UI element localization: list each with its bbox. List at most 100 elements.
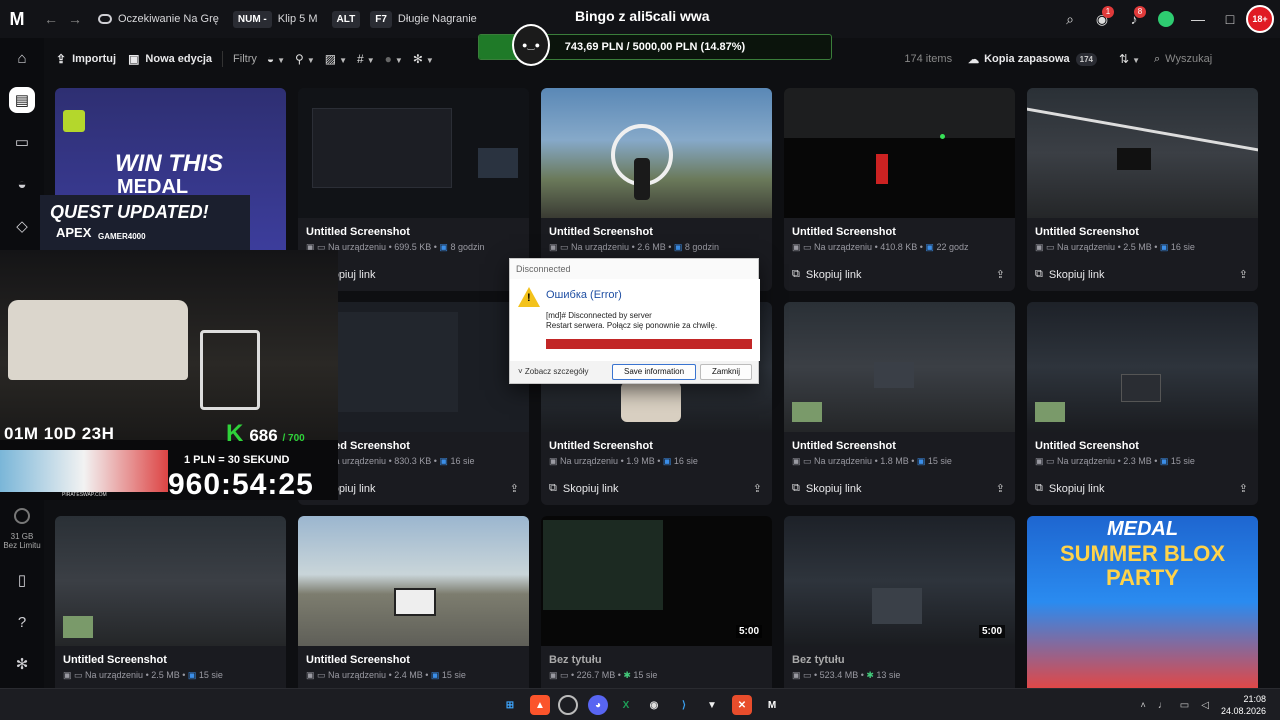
filter-game[interactable]: ◒ ▼ (267, 52, 285, 66)
meta-age: 15 sie (633, 670, 658, 680)
import-button[interactable]: ⇪ Importuj (56, 52, 116, 66)
wolf-app-icon[interactable]: ▼ (702, 695, 722, 715)
gamer-text: GAMER4000 (98, 232, 146, 241)
num-key-badge: NUM - (232, 10, 272, 28)
filter-location[interactable]: ⚲ ▼ (295, 52, 315, 66)
media-card[interactable]: Untitled Screenshot ▣ ▭ Na urządzeniu • … (784, 88, 1015, 291)
brave-browser-icon[interactable]: ▲ (530, 695, 550, 715)
minimap (1035, 402, 1065, 422)
save-information-button[interactable]: Save information (612, 364, 696, 380)
backup-button[interactable]: ☁ Kopia zapasowa 174 (968, 52, 1098, 66)
chevron-up-icon[interactable]: ˄ (1141, 700, 1146, 710)
chevron-down-icon: ˅ (518, 367, 525, 376)
avatar[interactable]: 18+ (1246, 5, 1274, 33)
link-icon: ⧉ (1035, 482, 1043, 494)
active-app-icon[interactable]: ✕ (732, 695, 752, 715)
system-clock[interactable]: 21:08 24.08.2026 (1221, 693, 1266, 717)
upload-cloud-icon[interactable]: ⇪ (510, 482, 519, 495)
subathon-rule: 1 PLN = 30 SEKUND (184, 454, 290, 466)
upload-cloud-icon[interactable]: ⇪ (753, 482, 762, 495)
details-toggle[interactable]: ˅ Zobacz szczegóły (518, 367, 589, 376)
clock-time: 21:08 (1243, 694, 1266, 704)
copy-link-label: Skopiuj link (805, 268, 862, 281)
minimize-icon[interactable]: — (1182, 0, 1214, 38)
bell-icon[interactable]: ♪ 8 (1118, 0, 1150, 38)
back-arrow-icon[interactable]: ← (44, 11, 58, 27)
new-edit-label: Nowa edycja (145, 53, 213, 65)
car (1117, 148, 1151, 170)
game-status[interactable]: Oczekiwanie Na Grę NUM - Klip 5 M ALT F7… (98, 10, 477, 28)
medal-logo[interactable]: M (0, 0, 34, 38)
vscode-icon[interactable]: ⟩ (674, 695, 694, 715)
spreadsheet-icon[interactable]: X (616, 695, 636, 715)
status-icon[interactable] (1150, 0, 1182, 38)
maximize-icon[interactable]: □ (1214, 0, 1246, 38)
summer-promo-image: MEDAL SUMMER BLOX PARTY (1027, 516, 1258, 688)
start-menu-icon[interactable]: ⊞ (500, 695, 520, 715)
k-label: K (226, 420, 244, 447)
media-card[interactable]: Untitled Screenshot ▣ ▭ Na urządzeniu • … (784, 302, 1015, 505)
webcam-feed (0, 250, 338, 440)
phone-icon[interactable]: ▯ (0, 560, 44, 600)
user-icon: ● (384, 52, 392, 66)
settings-gear-icon[interactable]: ✻ (0, 644, 44, 684)
filter-user[interactable]: ● ▼ (385, 52, 403, 66)
meta-size: 410.8 KB (880, 242, 918, 252)
copy-link-button[interactable]: ⧉ Skopiuj link (549, 482, 619, 495)
app-icon[interactable] (558, 695, 578, 715)
card-meta: ▣ ▭ Na urządzeniu • 2.5 MB • ▣ 15 sie (63, 670, 223, 680)
network-icon[interactable]: ▭ (1180, 700, 1189, 711)
help-icon[interactable]: ? (0, 602, 44, 642)
folder-icon[interactable]: ▭ (0, 122, 44, 162)
filter-settings[interactable]: ✻ ▼ (413, 52, 434, 66)
chair (200, 330, 260, 410)
upload-cloud-icon[interactable]: ⇪ (1239, 482, 1248, 495)
meta-age: 8 godzin (684, 242, 719, 252)
card-meta: ▣ ▭ • 523.4 MB • ✱ 13 sie (792, 670, 901, 680)
meta-size: 2.6 MB (637, 242, 666, 252)
video-duration: 5:00 (978, 625, 1005, 638)
diamond-icon[interactable]: ◇ (0, 206, 44, 246)
upload-cloud-icon[interactable]: ⇪ (1239, 268, 1248, 281)
meta-location: Na urządzeniu (328, 670, 387, 680)
details-label: Zobacz szczegóły (524, 367, 589, 376)
copy-link-button[interactable]: ⧉ Skopiuj link (1035, 268, 1105, 281)
warning-mark: ! (527, 292, 531, 304)
close-button[interactable]: Zamknij (700, 364, 752, 380)
game-status-label: Oczekiwanie Na Grę (118, 13, 219, 25)
sidebar-item-library[interactable]: ▤ (0, 80, 44, 120)
gamepad-nav-icon[interactable]: ◒ (0, 164, 44, 204)
search-input[interactable]: ⌕ Wyszukaj (1154, 47, 1274, 71)
discord-icon[interactable]: ◕ (588, 695, 608, 715)
media-thumbnail (298, 88, 529, 218)
media-card[interactable]: Untitled Screenshot ▣ ▭ Na urządzeniu • … (1027, 302, 1258, 505)
upload-cloud-icon[interactable]: ⇪ (996, 482, 1005, 495)
image-icon: ▨ (324, 52, 337, 66)
steam-icon[interactable]: ◉ (644, 695, 664, 715)
meta-location: Na urządzeniu (560, 456, 619, 466)
copy-link-button[interactable]: ⧉ Skopiuj link (792, 268, 862, 281)
media-card[interactable]: Untitled Screenshot ▣ ▭ Na urządzeniu • … (1027, 88, 1258, 291)
countdown-timer: 01M 10D 23H (4, 424, 115, 443)
filter-media[interactable]: ▨ ▼ (325, 52, 347, 66)
home-icon[interactable]: ⌂ (0, 38, 44, 78)
filter-tags[interactable]: # ▼ (357, 52, 375, 66)
copy-link-button[interactable]: ⧉ Skopiuj link (1035, 482, 1105, 495)
copy-link-label: Skopiuj link (1048, 482, 1105, 495)
alerts-icon[interactable]: ◉ 1 (1086, 0, 1118, 38)
new-edit-button[interactable]: ▣ Nowa edycja (128, 52, 212, 66)
forward-arrow-icon[interactable]: → (68, 11, 82, 27)
storage-indicator[interactable]: 31 GB Bez Limitu (0, 508, 44, 550)
medal-taskbar-icon[interactable]: M (762, 695, 782, 715)
search-icon[interactable]: ⌕ (1054, 0, 1086, 38)
card-title: Untitled Screenshot (792, 440, 896, 452)
volume-icon[interactable]: ◁ (1201, 700, 1209, 711)
meta-age: 15 sie (927, 456, 952, 466)
meta-size: 1.9 MB (626, 456, 655, 466)
copy-link-button[interactable]: ⧉ Skopiuj link (792, 482, 862, 495)
upload-cloud-icon[interactable]: ⇪ (996, 268, 1005, 281)
card-title: Untitled Screenshot (549, 440, 653, 452)
sort-button[interactable]: ⇅ ▼ (1119, 52, 1140, 66)
microphone-icon[interactable]: ♩ (1158, 700, 1168, 711)
clock-icon: ▣ (187, 670, 197, 680)
